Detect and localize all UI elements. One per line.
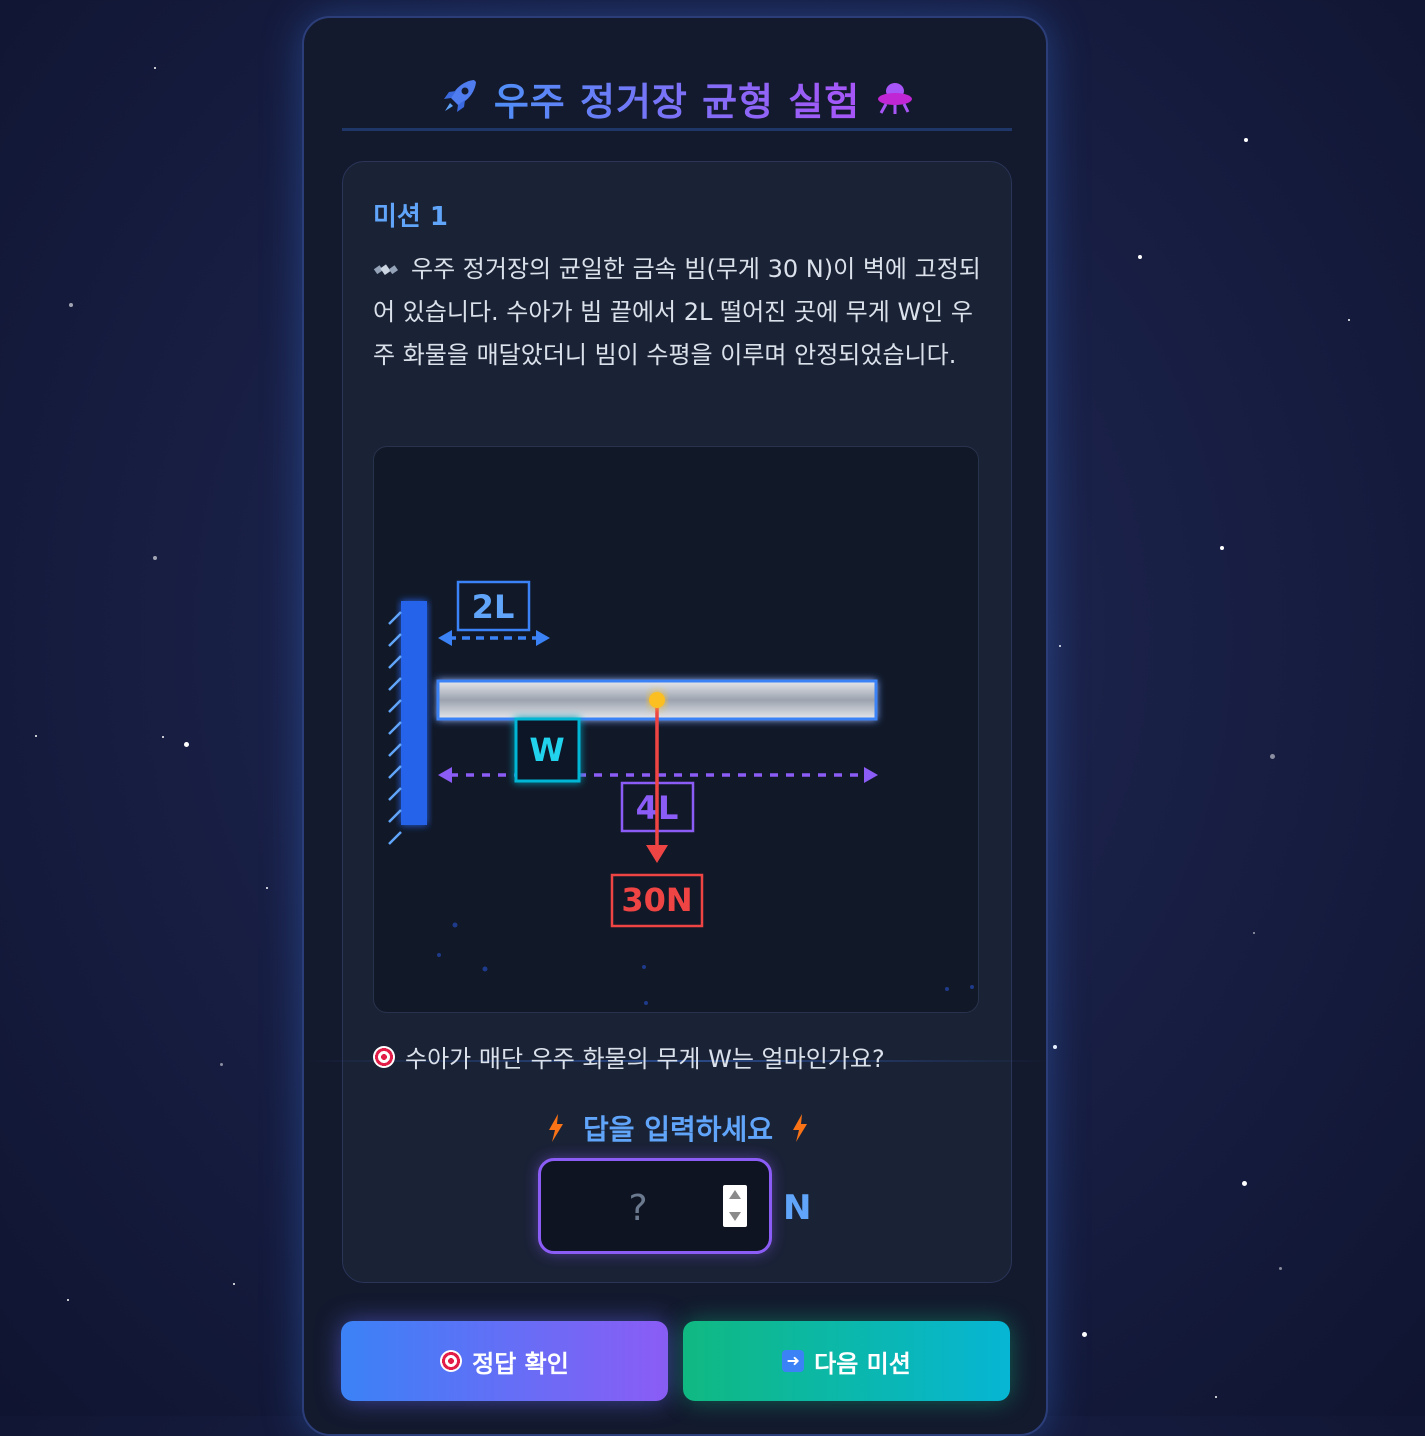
star	[1253, 932, 1255, 934]
lightning-icon	[793, 1114, 808, 1142]
cargo-weight-label: W	[529, 731, 564, 769]
stepper-up-icon[interactable]	[729, 1190, 741, 1199]
answer-label: 답을 입력하세요	[343, 1108, 1013, 1148]
distance-2l-label: 2L	[472, 588, 515, 626]
check-answer-label: 정답 확인	[472, 1349, 569, 1378]
star	[1215, 1396, 1217, 1398]
answer-label-text: 답을 입력하세요	[582, 1113, 774, 1146]
star	[35, 735, 37, 737]
mission-panel: 미션 1 우주 정거장의 균일한 금속 빔(무게 30 N)이 벽에 고정되어 …	[305, 161, 1051, 1283]
distance-2l-arrow	[438, 630, 550, 646]
stepper-down-icon[interactable]	[729, 1212, 741, 1221]
star	[1270, 754, 1275, 759]
satellite-icon	[373, 264, 398, 275]
lightning-icon	[548, 1114, 563, 1142]
mission-card: 우주 정거장 균형 실험 미션 1 우주 정거장의 균일한 금속 빔(무게 30…	[302, 16, 1051, 1436]
next-mission-label: 다음 미션	[814, 1349, 911, 1378]
star	[1059, 645, 1061, 647]
beam-weight-label: 30N	[621, 881, 692, 919]
question: 수아가 매단 우주 화물의 무게 W는 얼마인가요?	[373, 1039, 885, 1074]
number-stepper[interactable]	[723, 1185, 747, 1227]
star	[162, 736, 164, 738]
answer-field[interactable]	[538, 1158, 772, 1254]
mission-description: 우주 정거장의 균일한 금속 빔(무게 30 N)이 벽에 고정되어 있습니다.…	[373, 248, 983, 377]
star	[1138, 255, 1142, 259]
arrow-right-icon: ➜	[782, 1350, 805, 1372]
page-header: 우주 정거장 균형 실험	[304, 70, 1050, 126]
star	[1053, 1045, 1057, 1049]
ufo-icon	[874, 76, 914, 120]
star	[1279, 1267, 1282, 1270]
star	[1348, 319, 1350, 321]
next-mission-button[interactable]: ➜ 다음 미션	[683, 1321, 1010, 1401]
star	[153, 556, 157, 560]
star	[1244, 138, 1248, 142]
wall	[388, 601, 427, 845]
star	[1082, 1332, 1087, 1337]
question-text: 수아가 매단 우주 화물의 무게 W는 얼마인가요?	[405, 1045, 885, 1073]
title-divider	[342, 128, 1012, 131]
target-icon	[373, 1045, 395, 1068]
check-answer-button[interactable]: 정답 확인	[341, 1321, 668, 1401]
answer-unit: N	[783, 1188, 812, 1228]
star	[1242, 1181, 1247, 1186]
answer-input[interactable]	[561, 1179, 715, 1237]
star	[1220, 546, 1224, 550]
page-title: 우주 정거장 균형 실험	[494, 71, 860, 126]
star	[154, 67, 156, 69]
center-of-mass-dot	[649, 692, 665, 708]
mission-label: 미션 1	[373, 202, 448, 232]
star	[69, 303, 73, 307]
rocket-icon	[440, 76, 480, 120]
mission-description-text: 우주 정거장의 균일한 금속 빔(무게 30 N)이 벽에 고정되어 있습니다.…	[373, 255, 981, 369]
target-icon	[440, 1350, 463, 1372]
star	[266, 887, 268, 889]
star	[184, 742, 189, 747]
star	[233, 1283, 235, 1285]
beam-diagram: 2L W 4L 30N	[373, 446, 979, 1013]
star	[67, 1299, 69, 1301]
star	[220, 1063, 223, 1066]
